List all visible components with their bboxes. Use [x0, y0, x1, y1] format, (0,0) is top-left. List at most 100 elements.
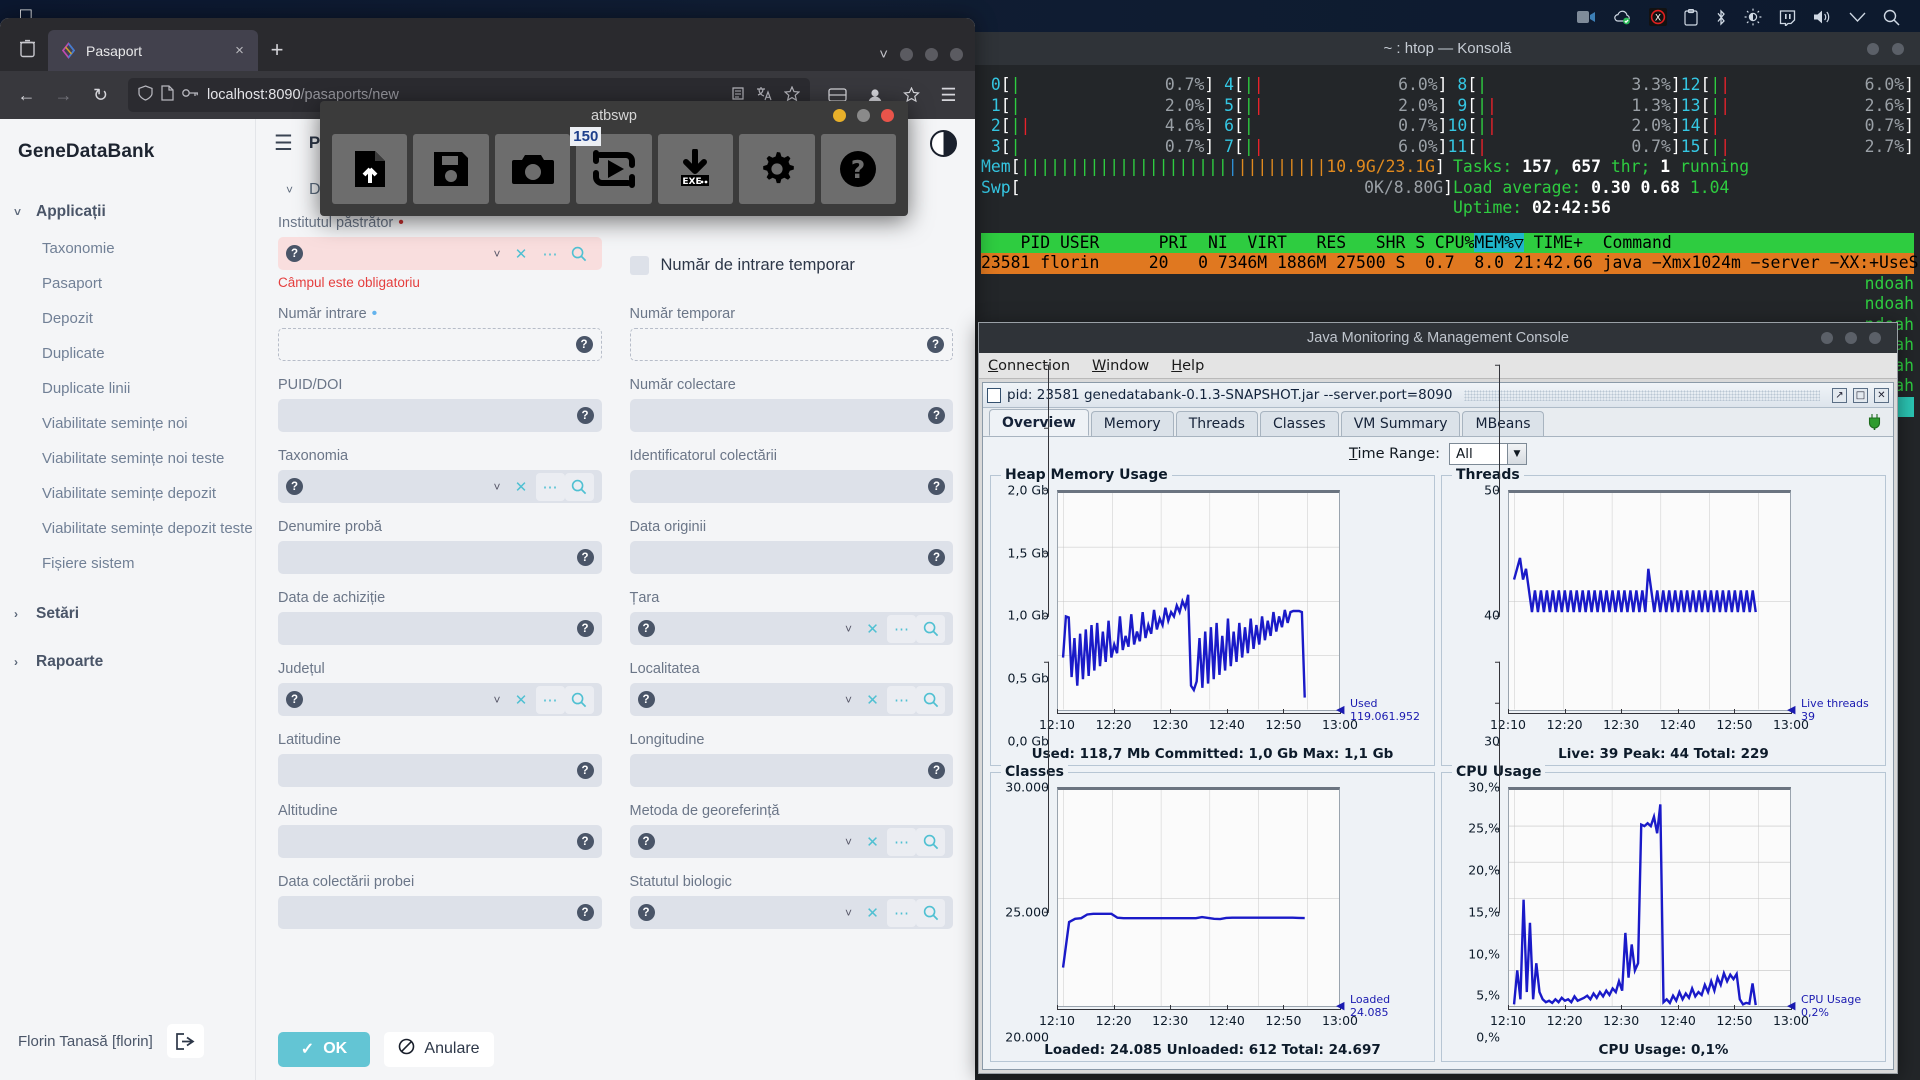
compile-exe-icon[interactable]: EXE	[657, 133, 734, 204]
menu-toggle-icon[interactable]: ☰	[274, 131, 293, 156]
window-close-button[interactable]	[950, 48, 963, 61]
chevron-down-icon[interactable]: ˅	[839, 835, 858, 849]
help-icon[interactable]: ?	[927, 336, 944, 353]
text-input[interactable]: ?	[278, 754, 602, 787]
window-maximize-button[interactable]	[925, 48, 938, 61]
text-input[interactable]: ?	[278, 328, 602, 361]
tab-overflow-chevron-icon[interactable]: ˅	[879, 46, 888, 63]
chevron-down-icon[interactable]: ˅	[839, 622, 858, 636]
htop-process-row[interactable]: ndoah	[981, 274, 1914, 295]
help-icon[interactable]: ?	[637, 620, 655, 637]
text-input[interactable]: ?	[629, 541, 953, 574]
clear-button[interactable]: ✕	[858, 615, 887, 643]
sidebar-item-depozit[interactable]: Depozit	[0, 301, 255, 336]
chevron-down-icon[interactable]	[1849, 12, 1866, 23]
close-icon[interactable]: ✕	[1874, 387, 1889, 403]
tab-vm-summary[interactable]: VM Summary	[1340, 411, 1461, 436]
text-input[interactable]: ?	[629, 470, 953, 503]
clear-button[interactable]: ✕	[858, 828, 887, 856]
login-key-icon[interactable]	[182, 87, 199, 103]
sidebar-group-aplicatii[interactable]: ˅ Applicații	[0, 193, 255, 231]
tab-list-icon[interactable]	[8, 29, 46, 67]
text-input[interactable]: ?	[629, 754, 953, 787]
menu-connection[interactable]: CConnectiononnection	[988, 358, 1070, 374]
cloud-sync-icon[interactable]	[1613, 10, 1632, 25]
clear-button[interactable]: ✕	[507, 686, 536, 714]
lookup-input[interactable]: ? ˅ ✕ ⋯	[278, 470, 602, 503]
settings-gear-icon[interactable]	[739, 133, 815, 204]
lookup-input[interactable]: ? ˅ ✕ ⋯	[629, 896, 953, 929]
page-info-icon[interactable]	[161, 85, 174, 105]
field-numar-intrare-temporar[interactable]: Număr de intrare temporar	[629, 215, 954, 290]
help-icon[interactable]: ?	[576, 620, 594, 637]
lookup-input[interactable]: ? ˅ ✕ ⋯	[629, 825, 953, 858]
lookup-input[interactable]: ? ˅ ✕ ⋯	[278, 237, 602, 270]
menu-help[interactable]: Help	[1171, 358, 1204, 374]
theme-toggle-button[interactable]	[930, 129, 957, 157]
more-options-button[interactable]: ⋯	[535, 685, 565, 714]
search-icon[interactable]	[916, 827, 945, 856]
tab-classes[interactable]: Classes	[1259, 411, 1339, 436]
window-maximize-button[interactable]	[857, 109, 870, 122]
sidebar-group-rapoarte[interactable]: › Rapoarte	[0, 643, 255, 681]
text-input[interactable]: ?	[278, 541, 602, 574]
plugin-icon[interactable]	[1866, 413, 1887, 434]
more-options-button[interactable]: ⋯	[887, 685, 916, 714]
tab-threads[interactable]: Threads	[1175, 411, 1258, 436]
volume-icon[interactable]	[1813, 9, 1832, 25]
window-minimize-button[interactable]	[833, 109, 846, 122]
window-maximize-button[interactable]	[1845, 332, 1857, 344]
search-icon[interactable]	[916, 898, 945, 927]
play-loop-icon[interactable]: 150	[570, 126, 652, 204]
more-options-button[interactable]: ⋯	[535, 472, 565, 501]
help-icon[interactable]: ?	[637, 833, 655, 850]
help-icon[interactable]: ?	[576, 407, 594, 424]
sidebar-item-duplicate[interactable]: Duplicate	[0, 336, 255, 371]
help-icon[interactable]: ?	[575, 336, 593, 353]
checkbox[interactable]	[629, 256, 649, 275]
new-tab-button[interactable]: +	[260, 33, 294, 67]
tab-overview[interactable]: Overview	[989, 409, 1089, 436]
window-close-button[interactable]	[1869, 332, 1881, 344]
reload-button[interactable]: ↻	[84, 79, 117, 112]
htop-process-row[interactable]: ndoah	[981, 294, 1914, 315]
lookup-input[interactable]: ? ˅ ✕ ⋯	[278, 683, 602, 716]
shield-icon[interactable]	[138, 85, 153, 105]
app-menu-icon[interactable]: ☰	[932, 79, 965, 112]
chevron-down-icon[interactable]: ˅	[839, 906, 858, 920]
internal-frame-titlebar[interactable]: pid: 23581 genedatabank-0.1.3-SNAPSHOT.j…	[983, 383, 1893, 408]
text-input[interactable]: ?	[278, 399, 602, 432]
sidebar-item-taxonomie[interactable]: Taxonomie	[0, 231, 255, 266]
sidebar-item-fisiere-sistem[interactable]: Fișiere sistem	[0, 546, 255, 581]
window-minimize-button[interactable]	[1821, 332, 1833, 344]
bluetooth-icon[interactable]	[1715, 8, 1727, 26]
more-options-button[interactable]: ⋯	[536, 240, 565, 268]
menu-window[interactable]: Window	[1092, 358, 1149, 374]
more-options-button[interactable]: ⋯	[887, 827, 916, 856]
text-input[interactable]: ?	[629, 328, 953, 361]
htop-selected-process-row[interactable]: 23581 florin 20 0 7346M 1886M 27500 S 0.…	[981, 253, 1920, 274]
search-icon[interactable]	[916, 685, 945, 714]
clear-button[interactable]: ✕	[858, 686, 887, 714]
cancel-button[interactable]: Anulare	[384, 1031, 494, 1067]
help-icon[interactable]: ?	[928, 407, 945, 424]
brightness-icon[interactable]	[1744, 8, 1762, 26]
clear-button[interactable]: ✕	[507, 240, 536, 268]
atbswp-titlebar[interactable]: atbswp	[320, 101, 908, 130]
chevron-down-icon[interactable]: ˅	[487, 480, 506, 494]
sidebar-item-viabilitate-seminte-depozit[interactable]: Viabilitate semințe depozit	[0, 476, 255, 511]
window-minimize-button[interactable]	[1867, 42, 1879, 55]
search-icon[interactable]	[565, 240, 594, 268]
screen-recorder-icon[interactable]	[1577, 10, 1596, 24]
help-icon[interactable]: ?	[286, 691, 303, 708]
xquartz-icon[interactable]: X	[1649, 8, 1667, 26]
search-icon[interactable]	[564, 685, 594, 714]
time-range-select[interactable]: All ▼	[1448, 443, 1527, 465]
chevron-down-icon[interactable]: ˅	[487, 693, 506, 707]
sidebar-item-viabilitate-seminte-noi[interactable]: Viabilitate semințe noi	[0, 406, 255, 441]
more-options-button[interactable]: ⋯	[887, 614, 916, 643]
help-icon[interactable]: ?	[928, 549, 945, 566]
save-file-icon[interactable]	[413, 133, 489, 204]
sidebar-group-setari[interactable]: › Setări	[0, 595, 255, 633]
window-close-button[interactable]	[881, 109, 894, 122]
